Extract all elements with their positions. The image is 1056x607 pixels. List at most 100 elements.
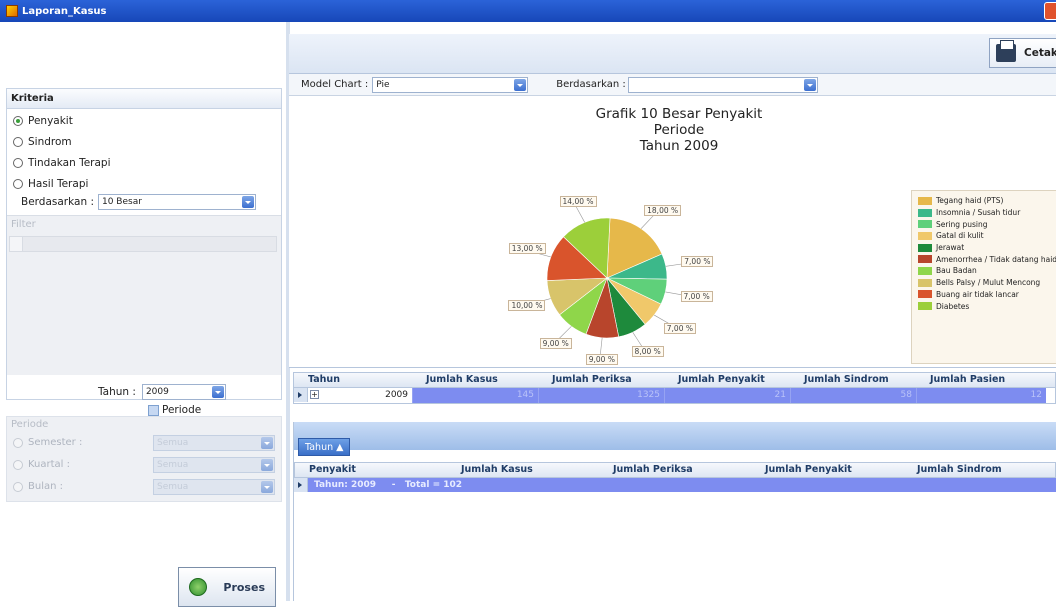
berdasarkan-select[interactable]: 10 Besar — [97, 194, 256, 210]
legend-label: Buang air tidak lancar — [936, 289, 1019, 299]
legend-label: Sering pusing — [936, 219, 988, 229]
bulan-label: Bulan : — [28, 481, 63, 492]
periode-bulan-row[interactable]: Bulan : Semua — [13, 478, 275, 495]
detail-grid-header: Penyakit Jumlah Kasus Jumlah Periksa Jum… — [294, 462, 1056, 478]
periode-semester-row[interactable]: Semester : Semua — [13, 434, 275, 451]
detail-grid: Tahun ▲ Penyakit Jumlah Kasus Jumlah Per… — [293, 422, 1056, 601]
table-row[interactable]: + 2009 145 1325 21 58 12 — [293, 388, 1056, 404]
col-jumlah-sindrom[interactable]: Jumlah Sindrom — [903, 463, 1056, 477]
semester-select[interactable]: Semua — [153, 434, 275, 451]
cell-kasus: 145 — [412, 388, 538, 403]
chevron-down-icon[interactable] — [261, 458, 273, 471]
legend-swatch — [918, 266, 932, 275]
berdasarkan-value: 10 Besar — [101, 197, 142, 207]
summary-grid: Tahun Jumlah Kasus Jumlah Periksa Jumlah… — [293, 372, 1056, 408]
proses-button[interactable]: Proses — [178, 567, 276, 607]
cetak-button[interactable]: Cetak — [989, 38, 1056, 68]
col-jumlah-kasus[interactable]: Jumlah Kasus — [412, 373, 538, 387]
chevron-down-icon[interactable] — [514, 78, 527, 91]
radio-tindakan-terapi[interactable]: Tindakan Terapi — [13, 154, 111, 172]
kuartal-value: Semua — [157, 459, 189, 470]
periode-box: Periode Semester : Semua Kuartal : Semua… — [6, 416, 282, 502]
kuartal-label: Kuartal : — [28, 459, 71, 470]
bulan-value: Semua — [157, 481, 189, 492]
group-panel: Tahun ▲ — [294, 422, 1056, 456]
toolbar: Cetak — [289, 34, 1056, 74]
radio-label: Penyakit — [28, 115, 73, 127]
row-selector-icon[interactable] — [294, 388, 308, 402]
col-jumlah-periksa[interactable]: Jumlah Periksa — [599, 463, 751, 477]
legend-swatch — [918, 290, 932, 299]
legend-item: Jerawat — [918, 242, 1056, 254]
cell-periksa: 1325 — [538, 388, 664, 403]
pie-slice-label: 7,00 % — [663, 322, 696, 334]
tahun-value: 2009 — [145, 387, 169, 397]
model-chart-select[interactable]: Pie — [372, 76, 529, 93]
window-titlebar: Laporan_Kasus — [0, 0, 1056, 22]
radio-icon[interactable] — [13, 459, 23, 470]
model-chart-value: Pie — [376, 79, 390, 90]
pie-slice-label: 7,00 % — [681, 255, 714, 267]
legend-item: Gatal di kulit — [918, 230, 1056, 242]
col-jumlah-periksa[interactable]: Jumlah Periksa — [538, 373, 664, 387]
group-row[interactable]: Tahun: 2009 - Total = 102 — [294, 478, 1056, 492]
radio-sindrom[interactable]: Sindrom — [13, 133, 72, 151]
chevron-down-icon[interactable] — [241, 196, 254, 208]
col-jumlah-penyakit[interactable]: Jumlah Penyakit — [664, 373, 790, 387]
filter-label: Filter — [11, 219, 36, 230]
kuartal-select[interactable]: Semua — [153, 456, 275, 473]
pie-slice-label: 8,00 % — [631, 346, 664, 358]
refresh-icon — [189, 578, 207, 596]
pie-slice-label: 9,00 % — [539, 338, 572, 349]
chevron-down-icon[interactable] — [261, 436, 273, 449]
radio-icon[interactable] — [13, 437, 23, 448]
col-penyakit[interactable]: Penyakit — [295, 463, 447, 477]
legend-item: Amenorrhea / Tidak datang haid — [918, 253, 1056, 265]
legend-swatch — [918, 220, 932, 229]
cell-sindrom: 58 — [790, 388, 916, 403]
radio-hasil-terapi[interactable]: Hasil Terapi — [13, 175, 88, 193]
row-selector-icon[interactable] — [294, 478, 308, 492]
legend-swatch — [918, 231, 932, 240]
col-tahun[interactable]: Tahun — [294, 373, 412, 387]
chevron-down-icon[interactable] — [261, 480, 273, 493]
filter-list[interactable] — [9, 236, 277, 252]
summary-grid-header: Tahun Jumlah Kasus Jumlah Periksa Jumlah… — [293, 372, 1056, 388]
legend-item: Buang air tidak lancar — [918, 289, 1056, 301]
radio-icon — [13, 179, 23, 189]
periode-checkbox-row[interactable]: Periode — [148, 404, 201, 416]
tahun-select[interactable]: 2009 — [141, 384, 226, 400]
tahun-label: Tahun : — [98, 386, 136, 398]
close-icon[interactable] — [1044, 2, 1056, 20]
col-jumlah-kasus[interactable]: Jumlah Kasus — [447, 463, 599, 477]
col-jumlah-penyakit[interactable]: Jumlah Penyakit — [751, 463, 903, 477]
chart-controls: Model Chart : Pie Berdasarkan : — [289, 74, 1056, 96]
expand-icon[interactable]: + — [310, 390, 319, 399]
chart-berdasarkan-label: Berdasarkan : — [556, 79, 626, 90]
criteria-box: Kriteria Penyakit Sindrom Tindakan Terap… — [6, 88, 282, 400]
chevron-down-icon[interactable] — [211, 386, 224, 398]
berdasarkan-label: Berdasarkan : — [21, 196, 94, 208]
periode-title: Periode — [11, 419, 49, 430]
legend-item: Diabetes — [918, 300, 1056, 312]
printer-icon — [996, 40, 1016, 62]
checkbox-icon[interactable] — [148, 404, 159, 416]
radio-icon[interactable] — [13, 481, 23, 492]
pie-slice-label: 9,00 % — [585, 353, 618, 365]
group-tahun-button[interactable]: Tahun ▲ — [298, 438, 351, 456]
col-jumlah-pasien[interactable]: Jumlah Pasien — [916, 373, 1055, 387]
periode-kuartal-row[interactable]: Kuartal : Semua — [13, 456, 275, 473]
legend-swatch — [918, 302, 932, 311]
radio-penyakit[interactable]: Penyakit — [13, 112, 73, 130]
left-panel: Kriteria Penyakit Sindrom Tindakan Terap… — [0, 22, 288, 607]
legend-label: Gatal di kulit — [936, 231, 984, 241]
bulan-select[interactable]: Semua — [153, 478, 275, 495]
chart-legend: Tegang haid (PTS) Insomnia / Susah tidur S… — [911, 190, 1056, 364]
chevron-down-icon[interactable] — [803, 78, 816, 91]
model-chart-label: Model Chart : — [301, 79, 369, 90]
radio-label: Tindakan Terapi — [28, 157, 111, 169]
chart-berdasarkan-select[interactable] — [627, 76, 818, 93]
semester-value: Semua — [157, 437, 189, 448]
col-jumlah-sindrom[interactable]: Jumlah Sindrom — [790, 373, 916, 387]
group-row-label: Tahun: 2009 - Total = 102 — [314, 480, 463, 490]
